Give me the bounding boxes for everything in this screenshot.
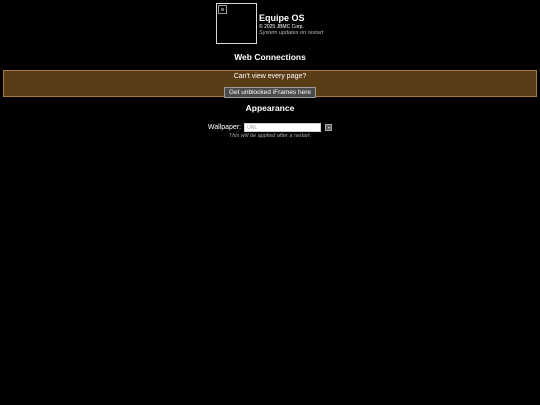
iframe-notice-banner: Can't view every page? Get unblocked iFr…: [3, 70, 537, 98]
get-unblocked-iframes-button[interactable]: Get unblocked iFrames here: [223, 87, 316, 98]
settings-page: Equipe OS © 2025 JBMC Corp. System updat…: [0, 0, 540, 405]
wallpaper-url-input[interactable]: [244, 123, 322, 132]
restart-note: This will be applied after a restart.: [228, 133, 312, 139]
appearance-heading: Appearance: [245, 103, 295, 113]
notice-text: Can't view every page?: [233, 73, 307, 80]
web-connections-heading: Web Connections: [234, 52, 306, 62]
update-note: System updates on restart: [259, 29, 324, 36]
chevron-down-icon[interactable]: [325, 124, 333, 131]
app-name: Equipe OS: [259, 12, 305, 23]
app-info: Equipe OS © 2025 JBMC Corp. System updat…: [259, 11, 323, 37]
wallpaper-label: Wallpaper:: [207, 124, 242, 131]
app-header: Equipe OS © 2025 JBMC Corp. System updat…: [216, 3, 323, 44]
app-logo: [216, 3, 257, 44]
wallpaper-row: Wallpaper:: [0, 123, 540, 132]
broken-image-icon: [218, 5, 227, 14]
